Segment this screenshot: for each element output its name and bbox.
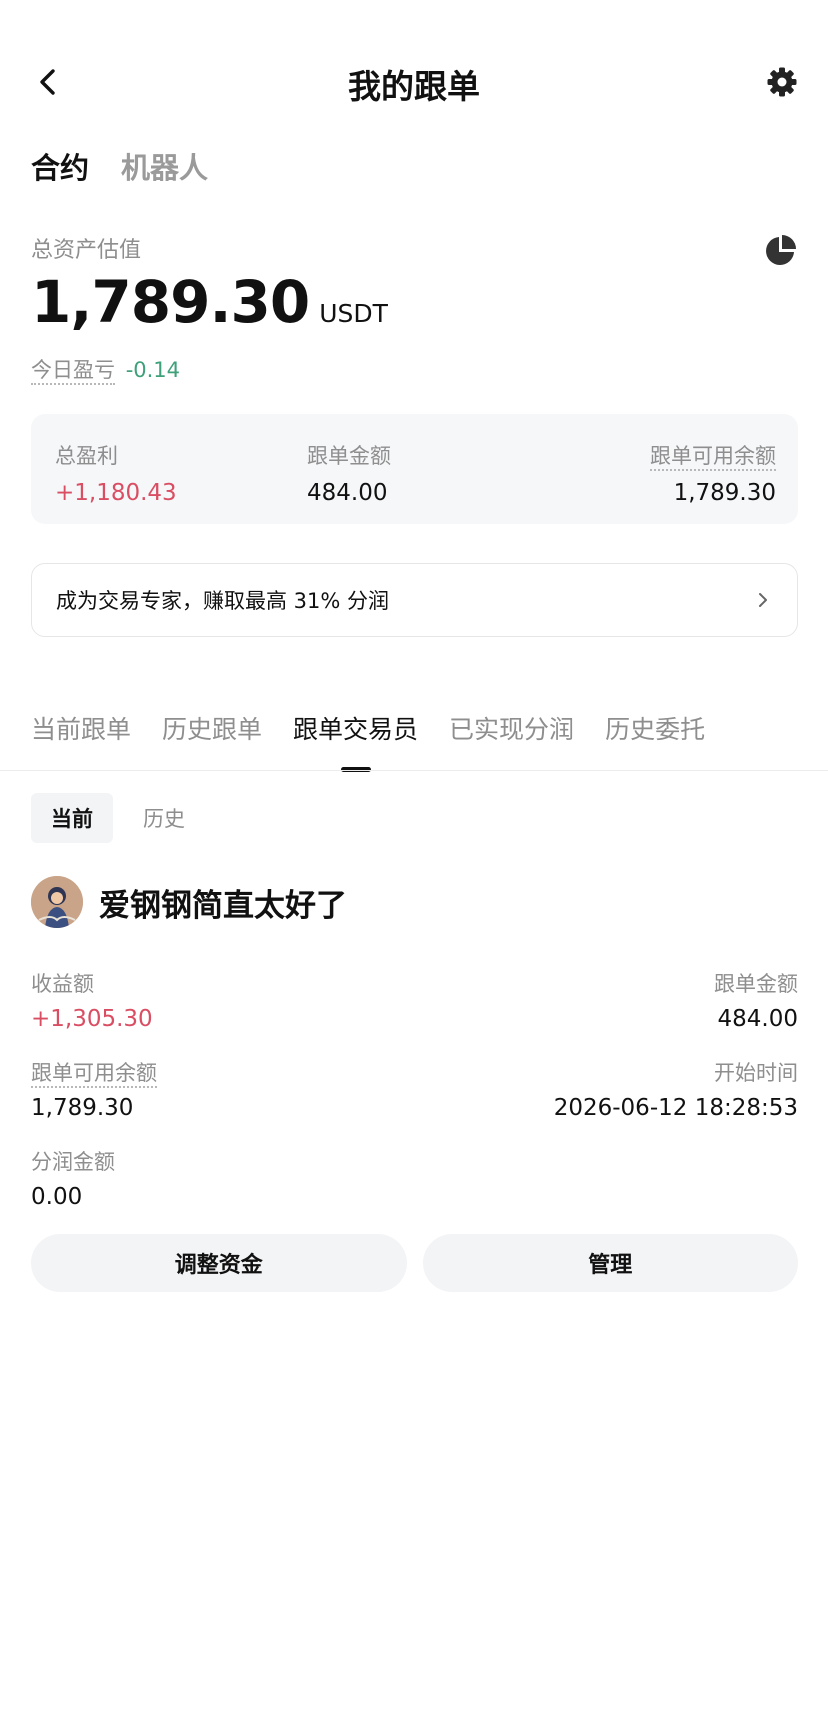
copy-tabs: 当前跟单 历史跟单 跟单交易员 已实现分润 历史委托 xyxy=(31,710,705,772)
pie-chart-icon xyxy=(766,235,796,265)
summary-card: 总盈利 +1,180.43 跟单金额 484.00 跟单可用余额 1,789.3… xyxy=(31,414,798,524)
trader-name: 爱钢钢简直太好了 xyxy=(99,887,347,924)
manage-button[interactable]: 管理 xyxy=(422,1234,798,1292)
settings-button[interactable] xyxy=(762,62,802,102)
share-amount-label: 分润金额 xyxy=(31,1150,115,1174)
total-profit-value: +1,180.43 xyxy=(55,480,177,506)
tab-history-copy[interactable]: 历史跟单 xyxy=(162,710,262,746)
tab-bot[interactable]: 机器人 xyxy=(121,145,208,187)
segment-current[interactable]: 当前 xyxy=(31,793,113,843)
trader-header[interactable]: 爱钢钢简直太好了 xyxy=(31,876,347,928)
share-amount: 分润金额 0.00 xyxy=(31,1146,115,1210)
tab-contract[interactable]: 合约 xyxy=(31,145,89,187)
start-time: 开始时间 2026-06-12 18:28:53 xyxy=(554,1057,798,1121)
trader-copy-amount-value: 484.00 xyxy=(717,1006,798,1032)
copy-amount: 跟单金额 484.00 xyxy=(307,440,391,506)
start-time-value: 2026-06-12 18:28:53 xyxy=(553,1095,798,1121)
copy-available-value: 1,789.30 xyxy=(673,480,776,506)
trader-copy-amount-label: 跟单金额 xyxy=(714,972,798,996)
total-asset-amount: 1,789.30 xyxy=(31,268,310,336)
chevron-right-icon xyxy=(759,593,767,607)
total-profit-label: 总盈利 xyxy=(55,444,118,468)
copy-available: 跟单可用余额 1,789.30 xyxy=(650,440,776,506)
earnings-label: 收益额 xyxy=(31,972,94,996)
share-amount-value: 0.00 xyxy=(31,1184,83,1210)
segment-history[interactable]: 历史 xyxy=(123,793,205,843)
earnings: 收益额 +1,305.30 xyxy=(31,968,153,1032)
trader-copy-amount: 跟单金额 484.00 xyxy=(714,968,798,1032)
tabs-divider xyxy=(0,770,828,771)
trader-actions: 调整资金 管理 xyxy=(31,1234,798,1292)
gear-icon xyxy=(767,67,797,97)
tab-history-orders[interactable]: 历史委托 xyxy=(605,710,705,746)
adjust-funds-button[interactable]: 调整资金 xyxy=(31,1234,407,1292)
header: 我的跟单 xyxy=(0,52,828,114)
today-pnl: 今日盈亏 -0.14 xyxy=(31,354,181,385)
status-segment: 当前 历史 xyxy=(31,793,205,843)
total-asset-unit: USDT xyxy=(319,299,388,328)
page-title: 我的跟单 xyxy=(348,67,480,106)
copy-amount-value: 484.00 xyxy=(307,480,388,506)
today-pnl-label[interactable]: 今日盈亏 xyxy=(31,358,115,385)
tab-copy-traders[interactable]: 跟单交易员 xyxy=(293,710,418,772)
tab-realized-share[interactable]: 已实现分润 xyxy=(449,710,574,746)
promo-text: 成为交易专家，赚取最高 31% 分润 xyxy=(56,589,390,613)
earnings-value: +1,305.30 xyxy=(31,1006,153,1032)
top-tabs: 合约 机器人 xyxy=(31,145,208,187)
start-time-label: 开始时间 xyxy=(714,1061,798,1085)
trader-available-value: 1,789.30 xyxy=(31,1095,134,1121)
copy-amount-label: 跟单金额 xyxy=(307,444,391,468)
total-asset-label: 总资产估值 xyxy=(31,238,142,263)
avatar xyxy=(31,876,83,928)
total-asset-value: 1,789.30 USDT xyxy=(31,268,388,336)
total-profit: 总盈利 +1,180.43 xyxy=(55,440,177,506)
become-expert-banner[interactable]: 成为交易专家，赚取最高 31% 分润 xyxy=(31,563,798,637)
today-pnl-value: -0.14 xyxy=(125,358,181,382)
trader-available: 跟单可用余额 1,789.30 xyxy=(31,1057,157,1121)
trader-available-label[interactable]: 跟单可用余额 xyxy=(31,1061,157,1088)
tab-current-copy[interactable]: 当前跟单 xyxy=(31,710,131,746)
asset-breakdown-button[interactable] xyxy=(764,233,798,267)
copy-available-label[interactable]: 跟单可用余额 xyxy=(650,444,776,471)
